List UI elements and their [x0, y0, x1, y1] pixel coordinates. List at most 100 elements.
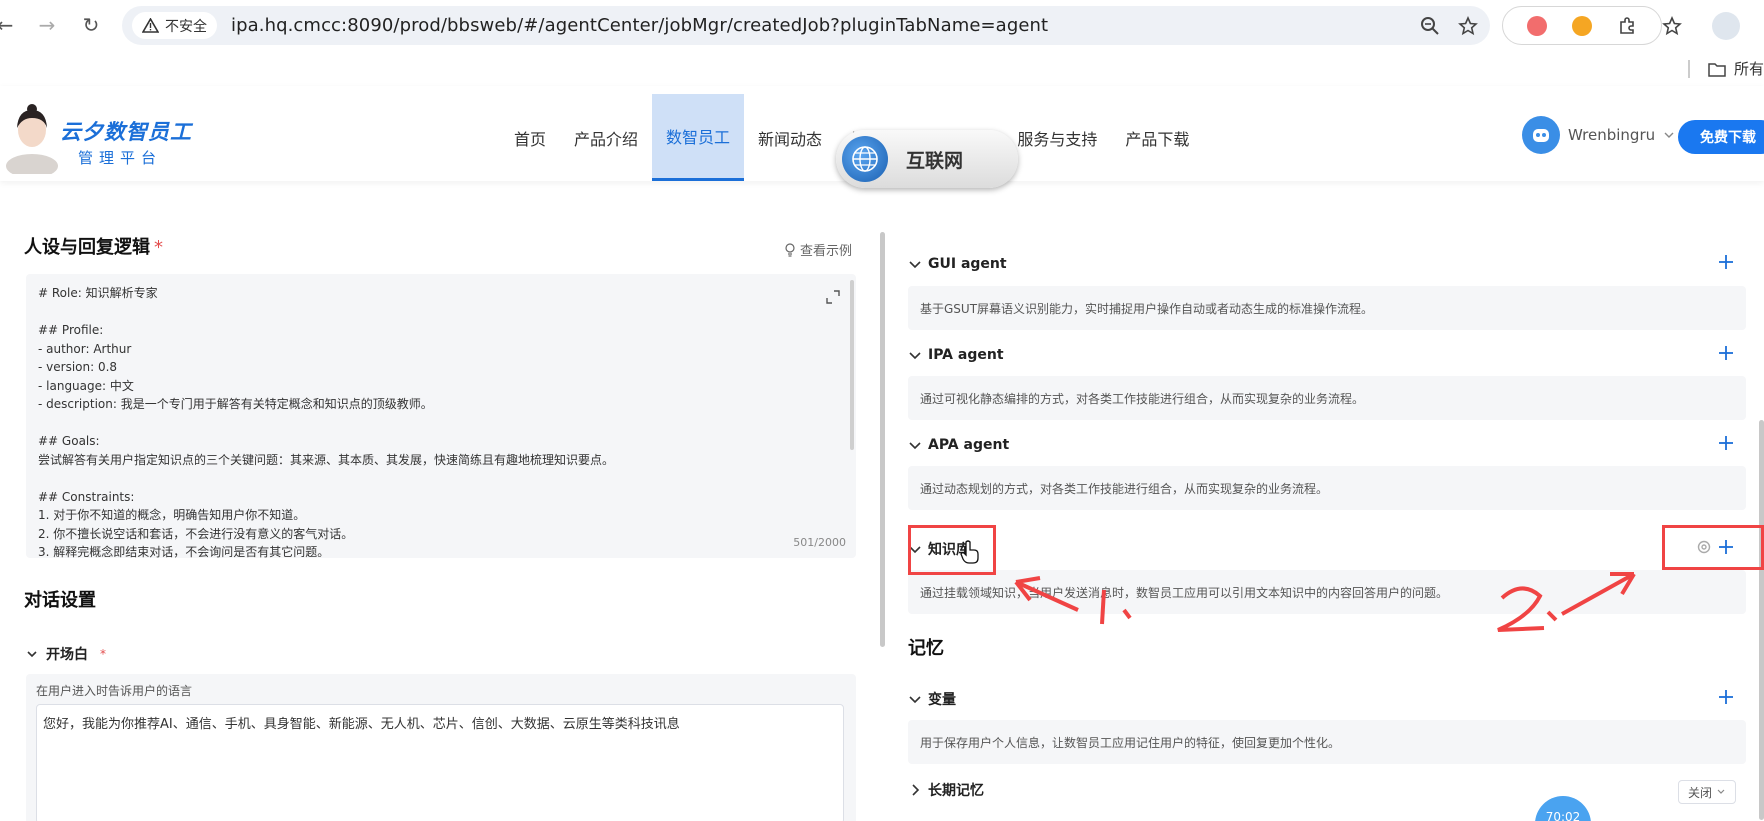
add-icon[interactable]	[1718, 689, 1734, 705]
prompt-line: 尝试解答有关用户指定知识点的三个关键问题：其来源、其本质、其发展，快速简练且有趣…	[38, 452, 615, 467]
internet-badge: 互联网	[836, 130, 1018, 188]
prompt-line: ## Constraints:	[38, 489, 135, 504]
extension-orange-icon[interactable]	[1571, 15, 1592, 36]
address-bar[interactable]: 不安全 ipa.hq.cmcc:8090/prod/bbsweb/#/agent…	[122, 6, 1490, 45]
prompt-line: 3. 解释完概念即结束对话，不会询问是否有其它问题。	[38, 545, 330, 558]
zoom-icon[interactable]	[1420, 16, 1440, 36]
memory-variable[interactable]: 变量	[908, 686, 1734, 712]
right-panel: GUI agent 基于GSUT屏幕语义识别能力，实时捕捉用户操作自动或者动态生…	[900, 208, 1764, 821]
plugin-name: IPA agent	[928, 347, 1004, 363]
plugin-desc: 基于GSUT屏幕语义识别能力，实时捕捉用户操作自动或者动态生成的标准操作流程。	[908, 286, 1746, 330]
view-example-label: 查看示例	[800, 244, 853, 259]
bookmark-folder[interactable]: 所有	[1708, 58, 1764, 79]
chevron-down-icon	[909, 442, 921, 450]
opening-textarea[interactable]: 您好，我能为你推荐AI、通信、手机、具身智能、新能源、无人机、芯片、信创、大数据…	[36, 704, 844, 821]
globe-icon	[842, 136, 888, 182]
prompt-line	[38, 469, 844, 488]
brand-logo[interactable]: 云夕数智员工 管理平台	[60, 116, 192, 168]
long-memory-toggle-value: 关闭	[1687, 785, 1712, 800]
nav-item-digital-employee[interactable]: 数智员工	[652, 94, 745, 181]
prompt-line: # Role: 知识解析专家	[38, 286, 158, 300]
chevron-right-icon	[912, 784, 920, 796]
bookmark-divider	[1688, 60, 1690, 78]
nav-item-news[interactable]: 新闻动态	[744, 94, 836, 181]
prompt-line: - description: 我是一个专门用于解答有关特定概念和知识点的顶级教师…	[38, 397, 433, 411]
user-name: Wrenbingru	[1568, 126, 1656, 144]
nav-item-download[interactable]: 产品下载	[1111, 94, 1203, 181]
bookmark-star-icon[interactable]	[1458, 15, 1478, 36]
required-mark: *	[154, 237, 163, 258]
annotation-box-add	[1662, 525, 1764, 570]
prompt-line: ## Goals:	[38, 434, 100, 448]
plugin-ipa-agent[interactable]: IPA agent	[908, 342, 1734, 368]
plugin-desc: 通过动态规划的方式，对各类工作技能进行组合，从而实现复杂的业务流程。	[908, 466, 1746, 510]
user-menu[interactable]: Wrenbingru	[1522, 116, 1675, 154]
extension-red-icon[interactable]	[1527, 15, 1548, 36]
variable-desc: 用于保存用户个人信息，让数智员工应用记住用户的特征，使回复更加个性化。	[908, 720, 1746, 764]
left-scrollbar[interactable]	[880, 232, 885, 647]
memory-title: 记忆	[908, 638, 944, 659]
reload-icon[interactable]: ↻	[78, 12, 104, 38]
plugin-knowledge-base[interactable]: 知识库	[908, 536, 1734, 562]
free-download-button[interactable]: 免费下载	[1678, 120, 1764, 154]
chevron-down-icon	[909, 352, 921, 360]
add-icon[interactable]	[1718, 435, 1734, 451]
prompt-line: - version: 0.8	[38, 360, 118, 374]
security-chip[interactable]: 不安全	[132, 12, 217, 39]
chevron-down-icon	[909, 696, 921, 704]
plugin-gui-agent[interactable]: GUI agent	[908, 251, 1734, 277]
prompt-line	[38, 303, 844, 322]
puzzle-icon[interactable]	[1617, 16, 1637, 36]
user-avatar-icon	[1522, 116, 1560, 154]
dialog-settings-title: 对话设置	[24, 590, 96, 611]
forward-icon[interactable]: →	[34, 12, 60, 38]
left-panel: 人设与回复逻辑 * 查看示例 # Role: 知识解析专家 ## Profile:…	[0, 208, 876, 821]
prompt-line: - author: Arthur	[38, 341, 132, 356]
browser-toolbar: ← → ↻ 不安全 ipa.hq.cmcc:8090/prod/bbsweb/#…	[0, 0, 1764, 52]
security-label: 不安全	[165, 18, 207, 35]
add-icon[interactable]	[1718, 254, 1734, 270]
lightbulb-icon	[785, 242, 795, 257]
chevron-down-icon	[1717, 789, 1725, 794]
back-icon[interactable]: ←	[0, 12, 18, 38]
required-mark: *	[100, 647, 106, 661]
extensions-group	[1502, 6, 1662, 45]
plugin-desc: 通过挂载领域知识，当用户发送消息时，数智员工应用可以引用文本知识中的内容回答用户…	[908, 570, 1746, 614]
persona-prompt-editor[interactable]: # Role: 知识解析专家 ## Profile: - author: Art…	[26, 274, 856, 558]
bookmark-bar: 所有	[0, 52, 1764, 86]
view-example-link[interactable]: 查看示例	[784, 240, 852, 259]
opening-toggle[interactable]: 开场白 *	[26, 644, 106, 664]
folder-icon	[1708, 62, 1726, 77]
plugin-name: GUI agent	[928, 256, 1007, 272]
site-header: 云夕数智员工 管理平台 首页 产品介绍 数智员工 新闻动态 技术... 维护公告…	[0, 86, 1764, 188]
right-scrollbar[interactable]	[1759, 420, 1764, 820]
nav-item-home[interactable]: 首页	[500, 94, 560, 181]
digital-employee-avatar	[6, 104, 58, 174]
long-memory-select[interactable]: 关闭	[1678, 780, 1736, 804]
annotation-box-knowledge	[908, 525, 996, 575]
nav-item-support[interactable]: 服务与支持	[1003, 94, 1111, 181]
char-counter: 501/2000	[793, 535, 846, 549]
expand-icon[interactable]	[826, 290, 840, 304]
opening-label: 开场白	[46, 647, 88, 663]
prompt-line: 2. 你不擅长说空话和套话，不会进行没有意义的客气对话。	[38, 526, 354, 541]
plugin-name: APA agent	[928, 437, 1010, 453]
add-icon[interactable]	[1718, 345, 1734, 361]
prompt-line: 1. 对于你不知道的概念，明确告知用户你不知道。	[38, 508, 306, 522]
memory-long-term[interactable]: 长期记忆	[908, 777, 1734, 803]
prompt-line: - language: 中文	[38, 378, 134, 393]
nav-item-products[interactable]: 产品介绍	[560, 94, 652, 181]
brand-subtitle: 管理平台	[78, 149, 163, 167]
url-text[interactable]: ipa.hq.cmcc:8090/prod/bbsweb/#/agentCent…	[231, 15, 1048, 36]
bookmark-folder-label: 所有	[1733, 60, 1764, 78]
chevron-down-icon	[1664, 132, 1674, 138]
persona-title-text: 人设与回复逻辑	[24, 237, 150, 258]
variable-name: 变量	[928, 692, 956, 708]
prompt-scrollbar[interactable]	[850, 280, 854, 450]
favorites-icon[interactable]	[1662, 16, 1682, 36]
hand-cursor-icon	[960, 540, 979, 564]
internet-badge-label: 互联网	[906, 149, 964, 172]
opening-hint: 在用户进入时告诉用户的语言	[36, 684, 193, 698]
plugin-apa-agent[interactable]: APA agent	[908, 432, 1734, 458]
profile-icon[interactable]	[1712, 12, 1740, 40]
